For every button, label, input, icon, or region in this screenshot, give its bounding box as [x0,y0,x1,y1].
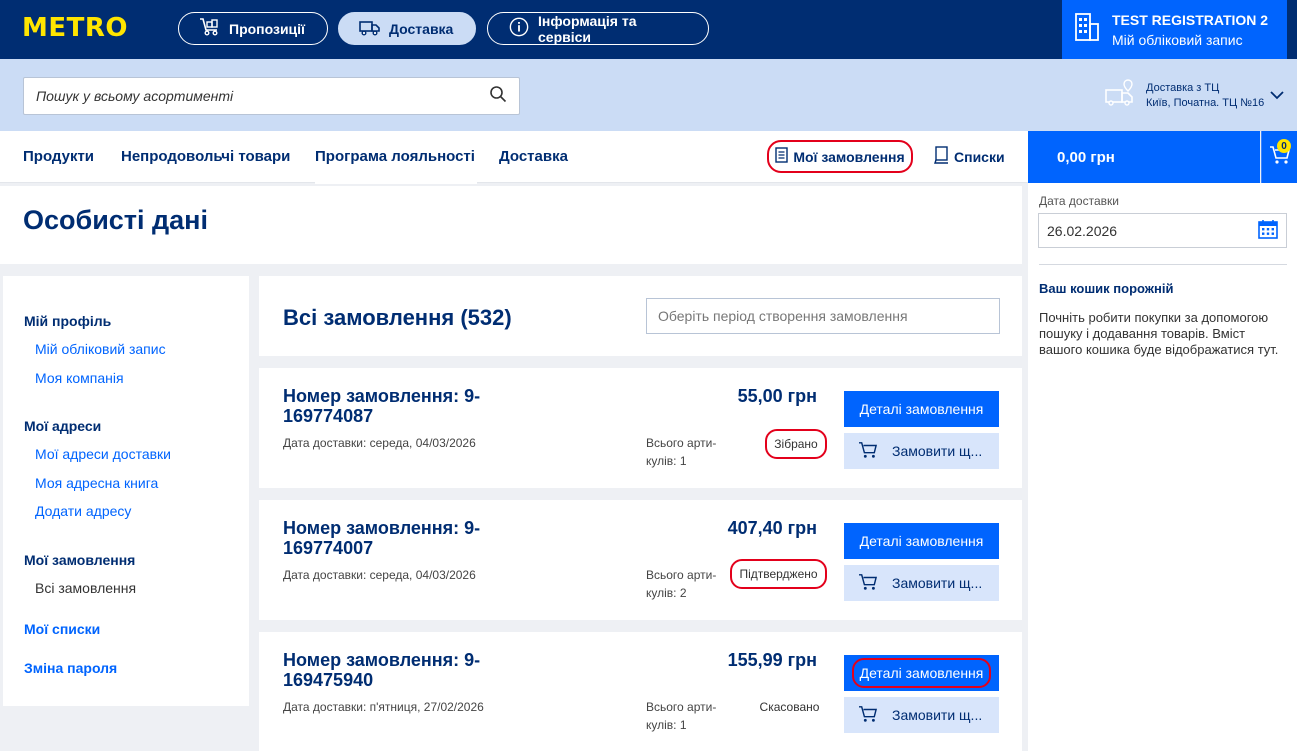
reorder-button[interactable]: Замовити щ... [844,697,999,733]
truck-location-icon [1104,78,1140,113]
sidebar-item-delivery-addresses[interactable]: Мої адреси доставки [35,446,171,462]
delivery-date-label: Дата доставки [1039,194,1119,208]
metro-logo[interactable]: METRO [22,13,128,43]
sidebar-heading-password[interactable]: Зміна пароля [24,660,117,676]
account-menu[interactable]: TEST REGISTRATION 2 Мій обліковий запис [1062,0,1287,59]
nav-nonfood[interactable]: Непродовольчі товари [121,148,290,165]
sidebar-heading-lists[interactable]: Мої списки [24,621,100,637]
my-orders-label: Мої замовлення [793,148,905,165]
delivery-store-selector[interactable]: Доставка з ТЦ Київ, Початна. ТЦ №16 [1104,78,1284,113]
nav-products[interactable]: Продукти [23,148,94,165]
top-nav-info-label: Інформація та сервіси [538,12,637,45]
order-status-badge: Скасовано [759,700,820,714]
sidebar-item-account[interactable]: Мій обліковий запис [35,341,166,357]
delivery-date-value: 26.02.2026 [1047,222,1118,239]
order-number[interactable]: Номер замовлення: 9- 169475940 [283,650,503,690]
reorder-button[interactable]: Замовити щ... [844,433,999,469]
list-book-icon [934,146,950,167]
sidebar-item-company[interactable]: Моя компанія [35,370,124,386]
order-item-count: Всього арти-кулів: 1 [646,436,717,468]
sidebar-heading-profile[interactable]: Мій профіль [24,313,111,329]
orders-title: Всі замовлення (532) [283,305,512,330]
account-link[interactable]: Мій обліковий запис [1112,32,1268,48]
order-details-button[interactable]: Деталі замовлення [844,655,999,691]
search-box[interactable] [23,77,520,115]
truck-icon [359,17,381,40]
cart-dolly-icon [199,17,221,40]
reorder-button[interactable]: Замовити щ... [844,565,999,601]
top-nav-info[interactable]: Інформація та сервіси [487,12,709,45]
order-price: 55,00 грн [737,386,817,406]
page-title: Особисті дані [23,205,208,235]
search-input[interactable] [36,88,476,104]
my-orders-button[interactable]: Мої замовлення [767,140,913,173]
cart-icon [858,441,878,462]
chevron-down-icon[interactable] [1270,87,1284,105]
sidebar-heading-orders[interactable]: Мої замовлення [24,552,135,568]
cart-total[interactable]: 0,00 грн [1028,131,1260,183]
calendar-icon[interactable] [1258,219,1278,242]
sidebar-item-add-address[interactable]: Додати адресу [35,503,131,519]
delivery-date-field[interactable]: 26.02.2026 [1038,213,1287,248]
nav-loyalty-underline [315,181,477,184]
empty-cart-title: Ваш кошик порожній [1039,281,1174,296]
info-icon [508,17,530,40]
top-nav-offers[interactable]: Пропозиції [178,12,328,45]
divider [1039,264,1287,265]
order-number[interactable]: Номер замовлення: 9- 169774007 [283,518,503,558]
account-name: TEST REGISTRATION 2 [1112,11,1269,28]
lists-label: Списки [954,148,1005,165]
order-details-button[interactable]: Деталі замовлення [844,523,999,559]
delivery-line1: Доставка з ТЦ [1146,81,1220,94]
lists-button[interactable]: Списки [934,146,1005,167]
order-price: 407,40 грн [727,518,817,538]
document-icon [775,147,789,166]
order-delivery-date: Дата доставки: п'ятниця, 27/02/2026 [283,700,484,714]
cart-panel [1028,183,1297,751]
cart-count-badge: 0 [1277,139,1291,153]
cart-icon [858,573,878,594]
empty-cart-description: Почніть робити покупки за допомогою пошу… [1039,310,1279,357]
order-status-badge: Підтверджено [730,559,827,589]
order-item-count: Всього арти-кулів: 2 [646,568,717,600]
top-nav-delivery-label: Доставка [389,20,454,37]
period-filter-input[interactable] [646,298,1000,334]
order-delivery-date: Дата доставки: середа, 04/03/2026 [283,436,476,450]
order-details-button[interactable]: Деталі замовлення [844,391,999,427]
top-nav-delivery[interactable]: Доставка [338,12,476,45]
nav-loyalty[interactable]: Програма лояльності [315,148,475,165]
order-item-count: Всього арти-кулів: 1 [646,700,717,732]
cart-icon [858,705,878,726]
order-number[interactable]: Номер замовлення: 9- 169774087 [283,386,503,426]
sidebar-item-address-book[interactable]: Моя адресна книга [35,475,158,491]
delivery-line2: Київ, Початна. ТЦ №16 [1146,96,1265,109]
order-price: 155,99 грн [727,650,817,670]
top-nav-offers-label: Пропозиції [229,20,305,37]
building-icon [1074,12,1100,47]
nav-delivery[interactable]: Доставка [499,148,568,165]
sidebar-item-all-orders[interactable]: Всі замовлення [35,580,136,596]
cart-button[interactable]: 0 [1261,131,1297,183]
order-delivery-date: Дата доставки: середа, 04/03/2026 [283,568,476,582]
search-icon[interactable] [489,85,507,108]
sidebar-heading-addresses[interactable]: Мої адреси [24,418,101,434]
order-status-badge: Зібрано [765,429,827,459]
